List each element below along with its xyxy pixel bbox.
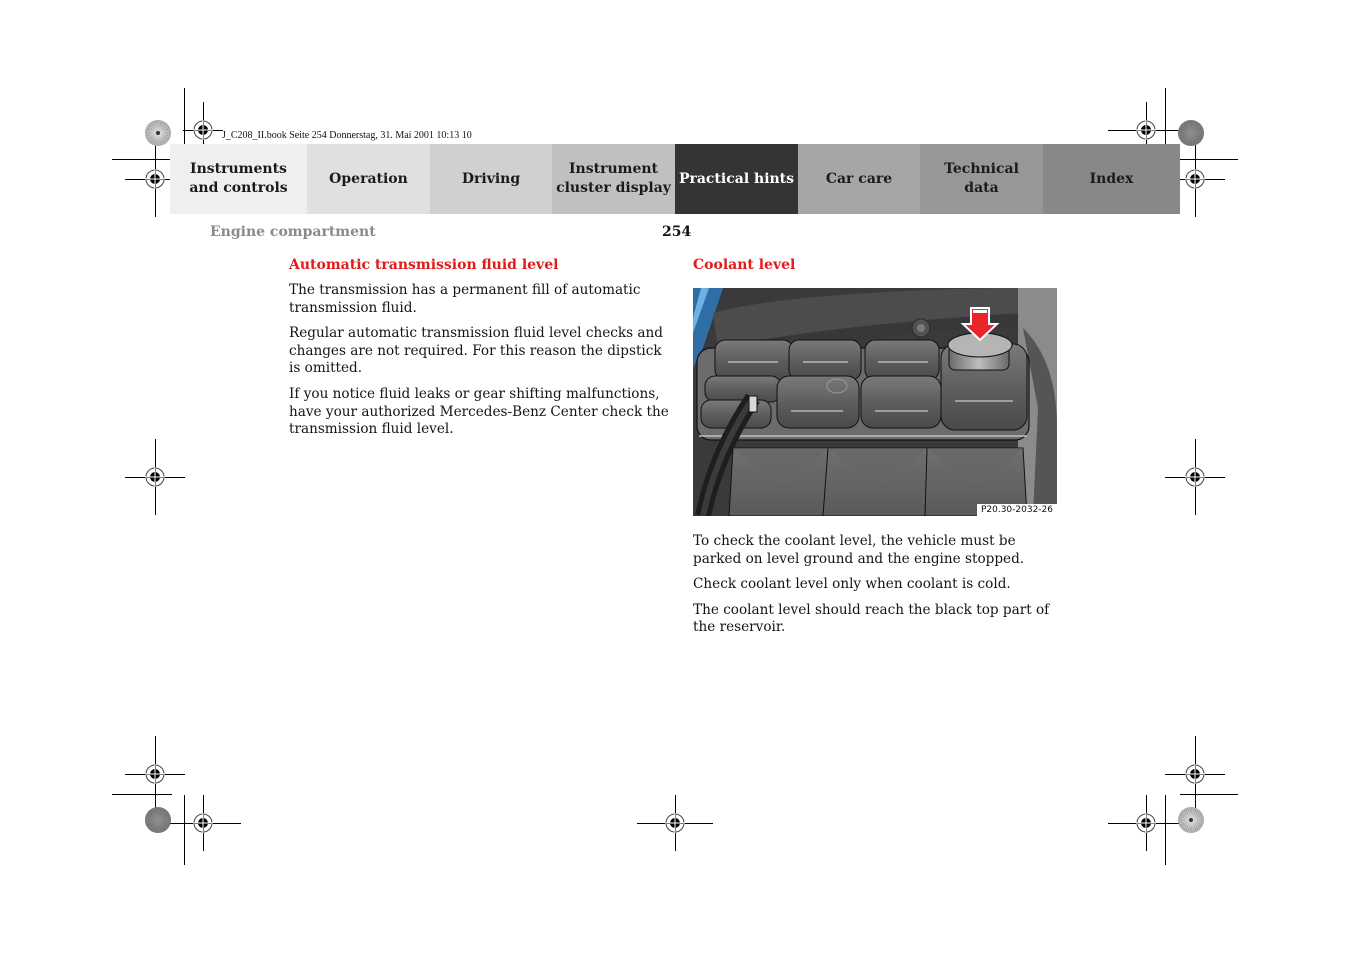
- registration-target-icon: [1185, 169, 1205, 189]
- crop-line: [184, 795, 185, 865]
- coolant-reservoir-figure: P20.30-2032-26: [693, 288, 1057, 516]
- paragraph: The coolant level should reach the black…: [693, 601, 1050, 636]
- tab-instrument-cluster-display[interactable]: Instrument cluster display: [552, 144, 675, 214]
- tab-label: Car care: [825, 170, 893, 187]
- crop-line: [112, 794, 172, 795]
- tab-label: data: [964, 180, 999, 196]
- tab-label: Operation: [329, 170, 408, 187]
- registration-target-icon: [193, 120, 213, 140]
- tab-label: Driving: [461, 170, 521, 187]
- paragraph: Check coolant level only when coolant is…: [693, 576, 1011, 593]
- tab-operation[interactable]: Operation: [307, 144, 430, 214]
- tab-label: Practical hints: [678, 170, 795, 187]
- tab-technical-data[interactable]: Technical data: [920, 144, 1043, 214]
- registration-target-icon: [1136, 813, 1156, 833]
- page-number: 254: [662, 224, 692, 240]
- tab-label: Index: [1089, 170, 1134, 187]
- paragraph: Regular automatic transmission fluid lev…: [289, 325, 663, 377]
- starburst-mark-icon: [1178, 807, 1204, 833]
- tab-label: and controls: [189, 180, 288, 196]
- tab-label: cluster display: [556, 180, 671, 196]
- gray-disc-mark-icon: [145, 807, 171, 833]
- gray-disc-mark-icon: [1178, 120, 1204, 146]
- crop-line: [112, 159, 172, 160]
- figure-caption-code: P20.30-2032-26: [976, 504, 1057, 516]
- registration-target-icon: [1136, 120, 1156, 140]
- tab-car-care[interactable]: Car care: [798, 144, 920, 214]
- paragraph: If you notice fluid leaks or gear shifti…: [289, 385, 669, 438]
- tab-practical-hints[interactable]: Practical hints: [675, 144, 798, 214]
- coolant-level-section: To check the coolant level, the vehicle …: [693, 533, 1063, 645]
- registration-target-icon: [1185, 467, 1205, 487]
- registration-target-icon: [145, 169, 165, 189]
- paragraph: The transmission has a permanent fill of…: [289, 282, 641, 316]
- chapter-nav: Instruments and controls Operation Drivin…: [170, 144, 1180, 214]
- crop-line: [1165, 795, 1166, 865]
- section-heading: Automatic transmission fluid level: [289, 257, 559, 273]
- registration-target-icon: [193, 813, 213, 833]
- registration-target-icon: [145, 467, 165, 487]
- crop-line: [1180, 159, 1238, 160]
- registration-target-icon: [145, 764, 165, 784]
- tab-label: Instrument: [569, 161, 658, 177]
- tab-instruments-and-controls[interactable]: Instruments and controls: [170, 144, 307, 214]
- starburst-mark-icon: [145, 120, 171, 146]
- tab-label: Instruments: [190, 161, 287, 177]
- print-file-header: J_C208_II.book Seite 254 Donnerstag, 31.…: [222, 130, 472, 141]
- tab-label: Technical: [944, 161, 1019, 177]
- tab-driving[interactable]: Driving: [430, 144, 552, 214]
- paragraph: To check the coolant level, the vehicle …: [693, 533, 1025, 567]
- coolant-reservoir-illustration: [693, 288, 1057, 516]
- section-title: Engine compartment: [210, 224, 376, 240]
- section-heading: Coolant level: [693, 257, 796, 273]
- crop-line: [1180, 794, 1238, 795]
- coolant-level-heading-block: Coolant level: [693, 256, 1073, 282]
- tab-index[interactable]: Index: [1043, 144, 1180, 214]
- transmission-fluid-section: Automatic transmission fluid level The t…: [289, 256, 669, 447]
- registration-target-icon: [1185, 764, 1205, 784]
- registration-target-icon: [665, 813, 685, 833]
